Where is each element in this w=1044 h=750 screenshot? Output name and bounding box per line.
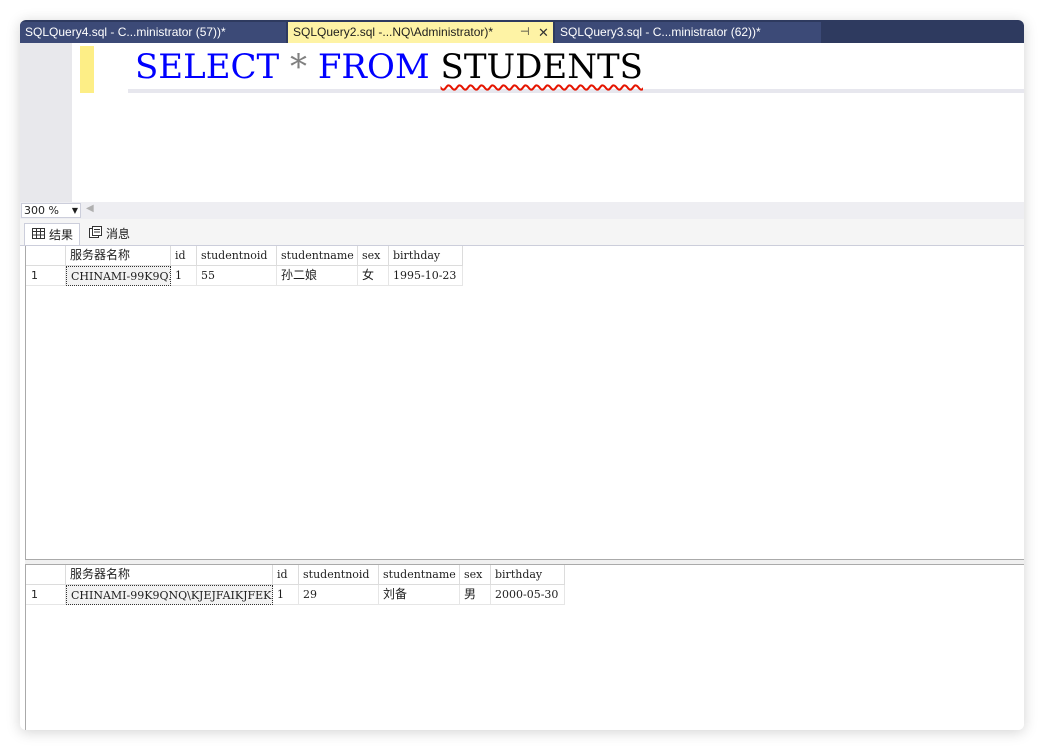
tab-label: SQLQuery3.sql - C...ministrator (62))* bbox=[560, 25, 761, 39]
tab-sqlquery4[interactable]: SQLQuery4.sql - C...ministrator (57))* bbox=[20, 22, 286, 43]
editor-gutter bbox=[20, 43, 72, 223]
table-cell[interactable]: 男 bbox=[460, 585, 491, 605]
tab-label: SQLQuery2.sql -...NQ\Administrator)* bbox=[293, 25, 494, 39]
column-header[interactable]: id bbox=[273, 565, 299, 585]
table-cell[interactable]: 孙二娘 bbox=[277, 266, 358, 286]
column-header[interactable]: studentname bbox=[277, 246, 358, 266]
result-grid-2[interactable]: 服务器名称 id studentnoid studentname sex bir… bbox=[25, 564, 1024, 730]
table-cell[interactable]: 2000-05-30 bbox=[491, 585, 565, 605]
tab-messages-label: 消息 bbox=[106, 227, 131, 241]
grid-icon bbox=[31, 224, 45, 246]
query-editor[interactable]: SELECT * FROM STUDENTS bbox=[20, 43, 1024, 223]
table-cell[interactable]: CHINAMI-99K9QNQ bbox=[66, 266, 171, 286]
zoom-value: 300 % bbox=[24, 204, 59, 217]
table-identifier: STUDENTS bbox=[440, 47, 643, 87]
dropdown-arrow-icon: ▼ bbox=[71, 206, 78, 215]
scroll-left-icon[interactable]: ◀ bbox=[86, 203, 94, 214]
column-header[interactable]: 服务器名称 bbox=[66, 565, 273, 585]
result-grid-1[interactable]: 服务器名称 id studentnoid studentname sex bir… bbox=[25, 246, 1024, 560]
code-line[interactable]: SELECT * FROM STUDENTS bbox=[135, 45, 643, 89]
table-cell[interactable]: 55 bbox=[197, 266, 277, 286]
column-header[interactable]: birthday bbox=[389, 246, 463, 266]
keyword-select: SELECT bbox=[135, 47, 280, 87]
table-cell[interactable]: 1995-10-23 bbox=[389, 266, 463, 286]
keyword-from: FROM bbox=[317, 47, 430, 87]
row-header-corner[interactable] bbox=[26, 246, 66, 266]
row-number[interactable]: 1 bbox=[26, 585, 66, 605]
table-cell[interactable]: 刘备 bbox=[379, 585, 460, 605]
zoom-select[interactable]: 300 % ▼ bbox=[21, 203, 81, 218]
zoom-bar: 300 % ▼ ◀ bbox=[20, 202, 1024, 219]
pin-icon[interactable]: ⊣ bbox=[520, 22, 530, 43]
column-header[interactable]: studentname bbox=[379, 565, 460, 585]
message-icon bbox=[88, 223, 102, 245]
tab-results-label: 结果 bbox=[49, 228, 74, 242]
column-header[interactable]: birthday bbox=[491, 565, 565, 585]
column-header[interactable]: id bbox=[171, 246, 197, 266]
results-tab-bar: 结果 消息 bbox=[20, 219, 1024, 246]
table-cell[interactable]: 29 bbox=[299, 585, 379, 605]
row-number[interactable]: 1 bbox=[26, 266, 66, 286]
table-cell[interactable]: 女 bbox=[358, 266, 389, 286]
column-header[interactable]: studentnoid bbox=[197, 246, 277, 266]
tab-sqlquery3[interactable]: SQLQuery3.sql - C...ministrator (62))* bbox=[555, 22, 821, 43]
tab-results[interactable]: 结果 bbox=[24, 223, 81, 246]
ssms-window: SQLQuery4.sql - C...ministrator (57))* S… bbox=[20, 20, 1024, 730]
operator-star: * bbox=[290, 47, 308, 87]
row-header-corner[interactable] bbox=[26, 565, 66, 585]
table-cell[interactable]: 1 bbox=[273, 585, 299, 605]
tab-messages[interactable]: 消息 bbox=[82, 223, 136, 245]
change-tracking-bar bbox=[80, 46, 94, 93]
close-icon[interactable]: ✕ bbox=[538, 22, 549, 43]
column-header[interactable]: sex bbox=[358, 246, 389, 266]
table-cell[interactable]: 1 bbox=[171, 266, 197, 286]
tab-label: SQLQuery4.sql - C...ministrator (57))* bbox=[25, 25, 226, 39]
table-cell[interactable]: CHINAMI-99K9QNQ\KJEJFAIKJFEKKDJF bbox=[66, 585, 273, 605]
document-tab-strip: SQLQuery4.sql - C...ministrator (57))* S… bbox=[20, 20, 1024, 43]
column-header[interactable]: 服务器名称 bbox=[66, 246, 171, 266]
tab-sqlquery2[interactable]: SQLQuery2.sql -...NQ\Administrator)* ⊣ ✕ bbox=[288, 22, 553, 43]
column-header[interactable]: sex bbox=[460, 565, 491, 585]
column-header[interactable]: studentnoid bbox=[299, 565, 379, 585]
